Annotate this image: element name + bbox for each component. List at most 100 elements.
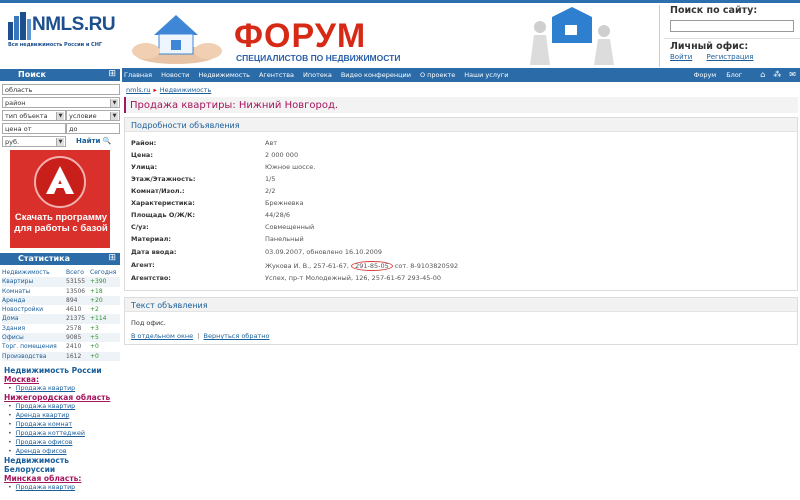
office-title: Личный офис: bbox=[670, 41, 749, 52]
stats-table: Недвижимость Всего Сегодня Квартиры 53155… bbox=[2, 268, 120, 361]
list-item[interactable]: Продажа квартир bbox=[8, 483, 122, 492]
stats-col-realty: Недвижимость bbox=[2, 269, 50, 276]
table-row[interactable]: Аренда 894 +20 bbox=[2, 295, 120, 306]
stats-today: +0 bbox=[90, 352, 99, 360]
nav-home[interactable]: Главная bbox=[124, 71, 152, 79]
stats-category: Торг. помещения bbox=[2, 343, 57, 351]
stats-today: +0 bbox=[90, 343, 99, 351]
detail-row: Площадь О/Ж/К: 44/28/6 bbox=[131, 211, 791, 219]
ad-text: Скачать программу для работы с базой bbox=[14, 212, 108, 234]
download-program-ad[interactable]: Скачать программу для работы с базой bbox=[10, 150, 110, 248]
stats-today: +5 bbox=[90, 334, 99, 342]
nav-blog[interactable]: Блог bbox=[726, 71, 742, 79]
stats-total: 1612 bbox=[66, 352, 82, 360]
detail-value: Южное шоссе. bbox=[265, 163, 316, 171]
sitemap-icon[interactable]: ⁂ bbox=[773, 71, 781, 79]
banner-subtitle: СПЕЦИАЛИСТОВ ПО НЕДВИЖИМОСТИ bbox=[236, 53, 401, 63]
nn-region-link[interactable]: Нижегородская область bbox=[4, 393, 122, 402]
agent-mobile: сот. 8-9103820592 bbox=[394, 262, 459, 270]
stats-col-total: Всего bbox=[66, 269, 84, 276]
list-item[interactable]: Продажа комнат bbox=[8, 420, 122, 429]
district-select[interactable]: район ▼ bbox=[2, 97, 120, 108]
stats-today: +2 bbox=[90, 306, 99, 314]
stats-category: Производства bbox=[2, 352, 47, 360]
nav-realty[interactable]: Недвижимость bbox=[198, 71, 250, 79]
detail-label: Цена: bbox=[131, 151, 153, 159]
table-row[interactable]: Офисы 9085 +5 bbox=[2, 333, 120, 343]
table-row[interactable]: Комнаты 13506 +18 bbox=[2, 287, 120, 296]
currency-value: руб. bbox=[5, 138, 20, 146]
chevron-down-icon: ▼ bbox=[110, 99, 118, 107]
stats-total: 2578 bbox=[66, 324, 82, 332]
region-field[interactable]: область bbox=[2, 84, 120, 95]
ad-description: Под офис. bbox=[131, 319, 166, 327]
house-in-hands-icon bbox=[132, 15, 222, 64]
list-item[interactable]: Аренда офисов bbox=[8, 447, 122, 456]
table-row[interactable]: Дома 21375 +114 bbox=[2, 314, 120, 324]
nav-video[interactable]: Видео конференции bbox=[341, 71, 411, 79]
price-to-field[interactable]: до bbox=[66, 123, 120, 134]
minsk-link[interactable]: Минская область: bbox=[4, 474, 122, 483]
condition-value: условие bbox=[69, 112, 97, 120]
chevron-down-icon: ▼ bbox=[56, 138, 64, 146]
site-search-box: Поиск по сайту: bbox=[664, 3, 800, 35]
home-icon[interactable]: ⌂ bbox=[760, 71, 765, 79]
stats-total: 4610 bbox=[66, 306, 82, 314]
detail-value: 03.09.2007, обновлено 16.10.2009 bbox=[265, 248, 383, 256]
personal-office: Личный офис: Войти Регистрация bbox=[664, 38, 800, 66]
condition-select[interactable]: условие ▼ bbox=[66, 110, 120, 121]
stats-col-today: Сегодня bbox=[90, 269, 117, 276]
list-item[interactable]: Продажа офисов bbox=[8, 438, 122, 447]
agent-value: Жукова И. В., 257-61-67, 291-85-05 сот. … bbox=[265, 261, 458, 271]
find-button[interactable]: Найти 🔍 bbox=[76, 137, 112, 145]
stats-total: 21375 bbox=[66, 315, 86, 323]
stats-total: 2410 bbox=[66, 343, 82, 351]
nav-news[interactable]: Новости bbox=[161, 71, 189, 79]
register-link[interactable]: Регистрация bbox=[707, 53, 754, 61]
list-item[interactable]: Продажа квартир bbox=[8, 384, 122, 393]
stats-corner-icon: ⊞ bbox=[108, 253, 116, 263]
object-type-select[interactable]: тип объекта ▼ bbox=[2, 110, 66, 121]
currency-select[interactable]: руб. ▼ bbox=[2, 136, 66, 147]
nav-about[interactable]: О проекте bbox=[420, 71, 455, 79]
breadcrumb-home[interactable]: nmls.ru bbox=[126, 86, 151, 94]
detail-value: 2 000 000 bbox=[265, 151, 299, 159]
nav-services[interactable]: Наши услуги bbox=[464, 71, 508, 79]
table-row[interactable]: Производства 1612 +0 bbox=[2, 351, 120, 361]
agent-name-phone: Жукова И. В., 257-61-67, bbox=[265, 262, 349, 270]
nav-agencies[interactable]: Агентства bbox=[259, 71, 294, 79]
detail-row: Цена: 2 000 000 bbox=[131, 151, 791, 159]
list-item[interactable]: Аренда квартир bbox=[8, 411, 122, 420]
stats-header-row: Недвижимость Всего Сегодня bbox=[2, 268, 120, 277]
breadcrumb-section[interactable]: Недвижимость bbox=[160, 86, 212, 94]
detail-row: Комнат/Изол.: 2/2 bbox=[131, 187, 791, 195]
list-item[interactable]: Продажа квартир bbox=[8, 402, 122, 411]
stats-category: Квартиры bbox=[2, 278, 34, 286]
table-row[interactable]: Здания 2578 +3 bbox=[2, 324, 120, 333]
detail-value: Панельный bbox=[265, 235, 304, 243]
nav-mortgage[interactable]: Ипотека bbox=[303, 71, 332, 79]
table-row[interactable]: Квартиры 53155 +390 bbox=[2, 277, 120, 287]
stats-category: Комнаты bbox=[2, 287, 31, 295]
mail-icon[interactable]: ✉ bbox=[789, 71, 796, 79]
login-link[interactable]: Войти bbox=[670, 53, 692, 61]
chevron-down-icon: ▼ bbox=[110, 112, 118, 120]
detail-label: Характеристика: bbox=[131, 199, 195, 207]
table-row[interactable]: Новостройки 4610 +2 bbox=[2, 305, 120, 314]
forum-banner[interactable]: ФОРУМ СПЕЦИАЛИСТОВ ПО НЕДВИЖИМОСТИ bbox=[124, 5, 660, 67]
list-item[interactable]: Продажа коттеджей bbox=[8, 429, 122, 438]
site-logo[interactable]: NMLS.RU Вся недвижимость России и СНГ bbox=[4, 8, 116, 52]
regions-list: Недвижимость России Москва: Продажа квар… bbox=[4, 366, 122, 492]
table-row[interactable]: Торг. помещения 2410 +0 bbox=[2, 342, 120, 351]
detail-label: Комнат/Изол.: bbox=[131, 187, 185, 195]
detail-row: Дата ввода: 03.09.2007, обновлено 16.10.2… bbox=[131, 248, 791, 256]
stats-today: +390 bbox=[90, 278, 107, 286]
nav-forum[interactable]: Форум bbox=[694, 71, 716, 79]
stats-panel-header: Статистика ⊞ bbox=[0, 253, 120, 265]
site-search-input[interactable] bbox=[670, 20, 794, 32]
detail-label: Этаж/Этажность: bbox=[131, 175, 196, 183]
go-back-link[interactable]: Вернуться обратно bbox=[203, 332, 269, 340]
price-from-field[interactable]: цена от bbox=[2, 123, 66, 134]
open-new-window-link[interactable]: В отдельном окне bbox=[131, 332, 193, 340]
moscow-link[interactable]: Москва: bbox=[4, 375, 122, 384]
